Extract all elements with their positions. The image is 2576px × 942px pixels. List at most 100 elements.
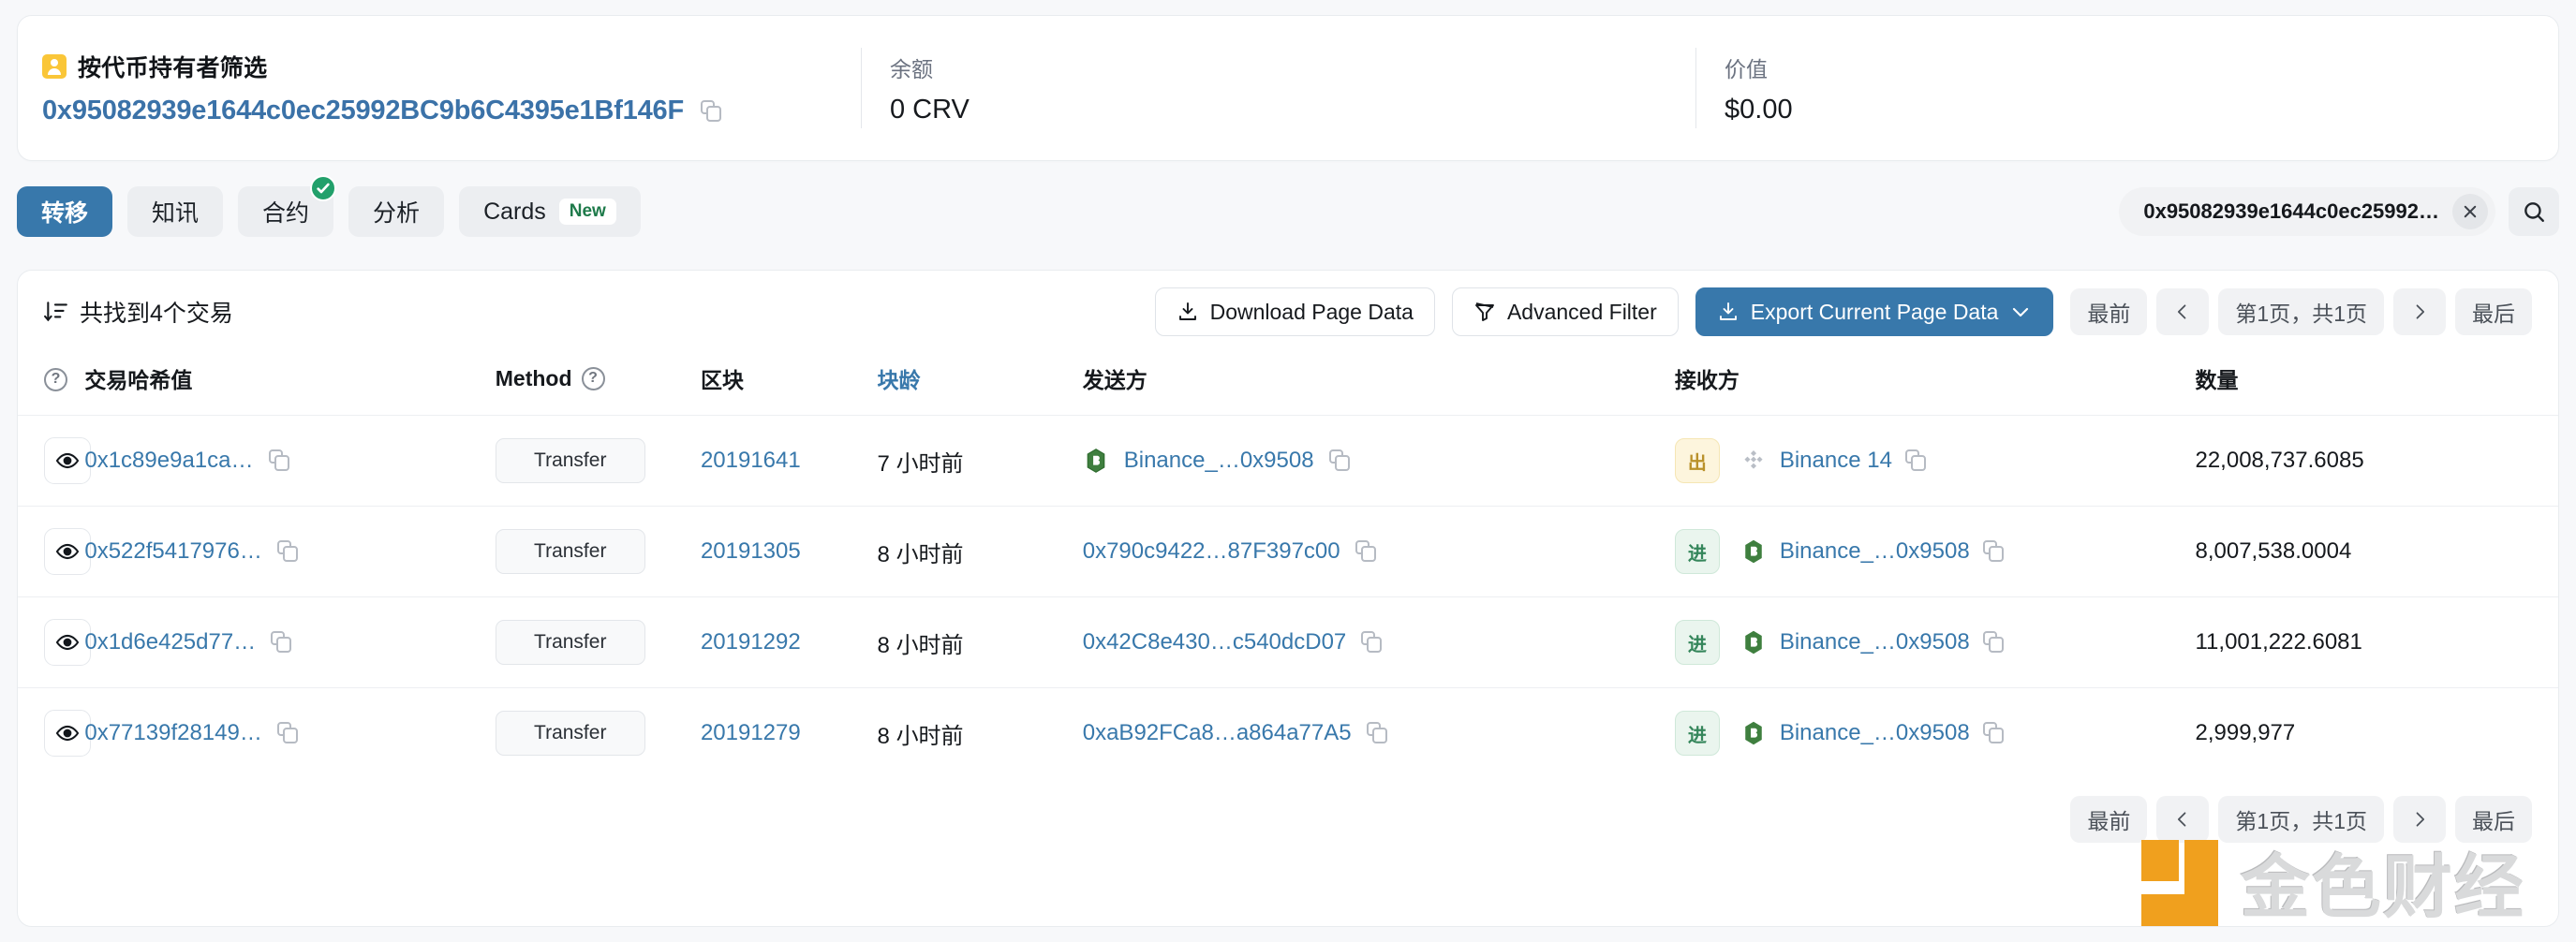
table-toolbar: 共找到4个交易 Download Page Data Advanced Filt… [18, 271, 2558, 353]
copy-to-icon[interactable] [1983, 722, 2006, 744]
pagination-first-label-bottom: 最前 [2087, 803, 2130, 835]
tx-hash-link[interactable]: 0x522f5417976… [84, 538, 262, 565]
tab-transfers[interactable]: 转移 [17, 186, 112, 237]
tx-hash-link[interactable]: 0x1d6e425d77… [84, 629, 256, 655]
search-input[interactable]: 0x95082939e1644c0ec25992… [2119, 187, 2495, 236]
copy-from-icon[interactable] [1361, 631, 1384, 654]
download-icon [1177, 301, 1199, 323]
table-row: 0x1c89e9a1ca… Transfer 20191641 7 小时前 [18, 416, 2558, 507]
search-input-value: 0x95082939e1644c0ec25992… [2143, 199, 2439, 224]
from-address-link[interactable]: Binance_…0x9508 [1124, 448, 1314, 474]
copy-address-icon[interactable] [701, 100, 723, 123]
row-block-cell: 20191292 [701, 597, 878, 688]
row-to-cell: 进 Binance_…0x9508 [1675, 507, 2196, 597]
th-age[interactable]: 块龄 [878, 353, 1083, 416]
block-link[interactable]: 20191292 [701, 629, 801, 655]
pagination-page-info-bottom[interactable]: 第1页，共1页 [2218, 796, 2384, 843]
account-summary-card: 按代币持有者筛选 0x95082939e1644c0ec25992BC9b6C4… [17, 15, 2559, 161]
copy-hash-icon[interactable] [277, 722, 300, 744]
chevron-right-icon [2410, 302, 2429, 321]
method-help-icon[interactable]: ? [582, 367, 605, 390]
holder-filter-heading: 按代币持有者筛选 [42, 50, 861, 83]
copy-to-icon[interactable] [1905, 449, 1928, 472]
pagination-prev-button-bottom[interactable] [2156, 796, 2209, 843]
row-from-cell: 0x42C8e430…c540dcD07 [1083, 597, 1675, 688]
pagination-page-info[interactable]: 第1页，共1页 [2218, 288, 2384, 335]
row-preview-cell [18, 597, 84, 688]
row-from-cell: 0xaB92FCa8…a864a77A5 [1083, 688, 1675, 779]
copy-to-icon[interactable] [1983, 631, 2006, 654]
block-link[interactable]: 20191641 [701, 448, 801, 473]
row-hash-cell: 0x522f5417976… [84, 507, 495, 597]
help-icon[interactable]: ? [44, 368, 67, 391]
pagination-next-button[interactable] [2393, 288, 2446, 335]
copy-hash-icon[interactable] [271, 631, 293, 654]
copy-hash-icon[interactable] [269, 449, 291, 472]
pagination-next-button-bottom[interactable] [2393, 796, 2446, 843]
row-block-cell: 20191279 [701, 688, 878, 779]
from-address-link[interactable]: 0x42C8e430…c540dcD07 [1083, 629, 1347, 655]
download-page-data-button[interactable]: Download Page Data [1155, 287, 1435, 336]
tab-analytics[interactable]: 分析 [348, 186, 444, 237]
copy-from-icon[interactable] [1355, 540, 1378, 563]
verified-check-icon [310, 175, 336, 201]
copy-from-icon[interactable] [1367, 722, 1389, 744]
th-to: 接收方 [1675, 353, 2196, 416]
tab-contract[interactable]: 合约 [238, 186, 333, 237]
pagination-page-info-label-bottom: 第1页，共1页 [2235, 803, 2367, 835]
row-to-cell: 进 Binance_…0x9508 [1675, 688, 2196, 779]
from-address-link[interactable]: 0xaB92FCa8…a864a77A5 [1083, 720, 1352, 746]
table-row: 0x77139f28149… Transfer 20191279 8 小时前 0… [18, 688, 2558, 779]
row-hash-cell: 0x77139f28149… [84, 688, 495, 779]
table-header: ? 交易哈希值 Method ? 区块 块龄 发送方 接收方 数量 [18, 353, 2558, 416]
export-current-page-data-button[interactable]: Export Current Page Data [1695, 287, 2054, 336]
row-hash-cell: 0x1c89e9a1ca… [84, 416, 495, 507]
th-method-label: Method [496, 366, 572, 391]
tab-cards-label: Cards [483, 199, 546, 226]
balance-label: 余额 [890, 52, 1695, 83]
copy-from-icon[interactable] [1329, 449, 1352, 472]
tx-hash-link[interactable]: 0x1c89e9a1ca… [84, 448, 253, 474]
method-pill[interactable]: Transfer [496, 620, 645, 665]
row-amount-cell: 11,001,222.6081 [2195, 597, 2558, 688]
copy-hash-icon[interactable] [277, 540, 300, 563]
method-pill[interactable]: Transfer [496, 711, 645, 756]
tab-analytics-label: 分析 [373, 195, 420, 228]
export-download-icon [1717, 301, 1740, 323]
th-block: 区块 [701, 353, 878, 416]
to-address-link[interactable]: Binance 14 [1780, 448, 1892, 474]
method-pill[interactable]: Transfer [496, 438, 645, 483]
block-link[interactable]: 20191279 [701, 720, 801, 745]
pagination-last-button[interactable]: 最后 [2455, 288, 2532, 335]
to-address-link[interactable]: Binance_…0x9508 [1780, 720, 1970, 746]
pagination-page-info-label: 第1页，共1页 [2235, 296, 2367, 328]
tab-info[interactable]: 知讯 [127, 186, 223, 237]
direction-badge-in: 进 [1675, 529, 1720, 574]
method-pill[interactable]: Transfer [496, 529, 645, 574]
pagination-last-label: 最后 [2472, 296, 2515, 328]
account-address[interactable]: 0x95082939e1644c0ec25992BC9b6C4395e1Bf14… [42, 96, 684, 126]
sort-descending-icon [44, 300, 68, 324]
chevron-down-icon [2009, 301, 2032, 323]
pagination-prev-button[interactable] [2156, 288, 2209, 335]
tab-cards[interactable]: Cards New [459, 186, 641, 237]
search-icon[interactable] [2509, 187, 2559, 236]
to-address-link[interactable]: Binance_…0x9508 [1780, 538, 1970, 565]
filter-icon [1473, 301, 1496, 323]
advanced-filter-button[interactable]: Advanced Filter [1452, 287, 1679, 336]
close-icon[interactable] [2452, 194, 2488, 229]
pagination-last-button-bottom[interactable]: 最后 [2455, 796, 2532, 843]
row-block-cell: 20191305 [701, 507, 878, 597]
tx-hash-link[interactable]: 0x77139f28149… [84, 720, 262, 746]
block-link[interactable]: 20191305 [701, 538, 801, 564]
tab-bar: 转移 知讯 合约 分析 Cards New 0x95082939e1644c0e… [17, 183, 2559, 241]
to-address-link[interactable]: Binance_…0x9508 [1780, 629, 1970, 655]
direction-badge-out: 出 [1675, 438, 1720, 483]
pagination-first-label: 最前 [2087, 296, 2130, 328]
table-row: 0x1d6e425d77… Transfer 20191292 8 小时前 0x… [18, 597, 2558, 688]
pagination-first-button-bottom[interactable]: 最前 [2070, 796, 2147, 843]
binance-token-icon [1740, 538, 1767, 565]
pagination-first-button[interactable]: 最前 [2070, 288, 2147, 335]
from-address-link[interactable]: 0x790c9422…87F397c00 [1083, 538, 1340, 565]
copy-to-icon[interactable] [1983, 540, 2006, 563]
